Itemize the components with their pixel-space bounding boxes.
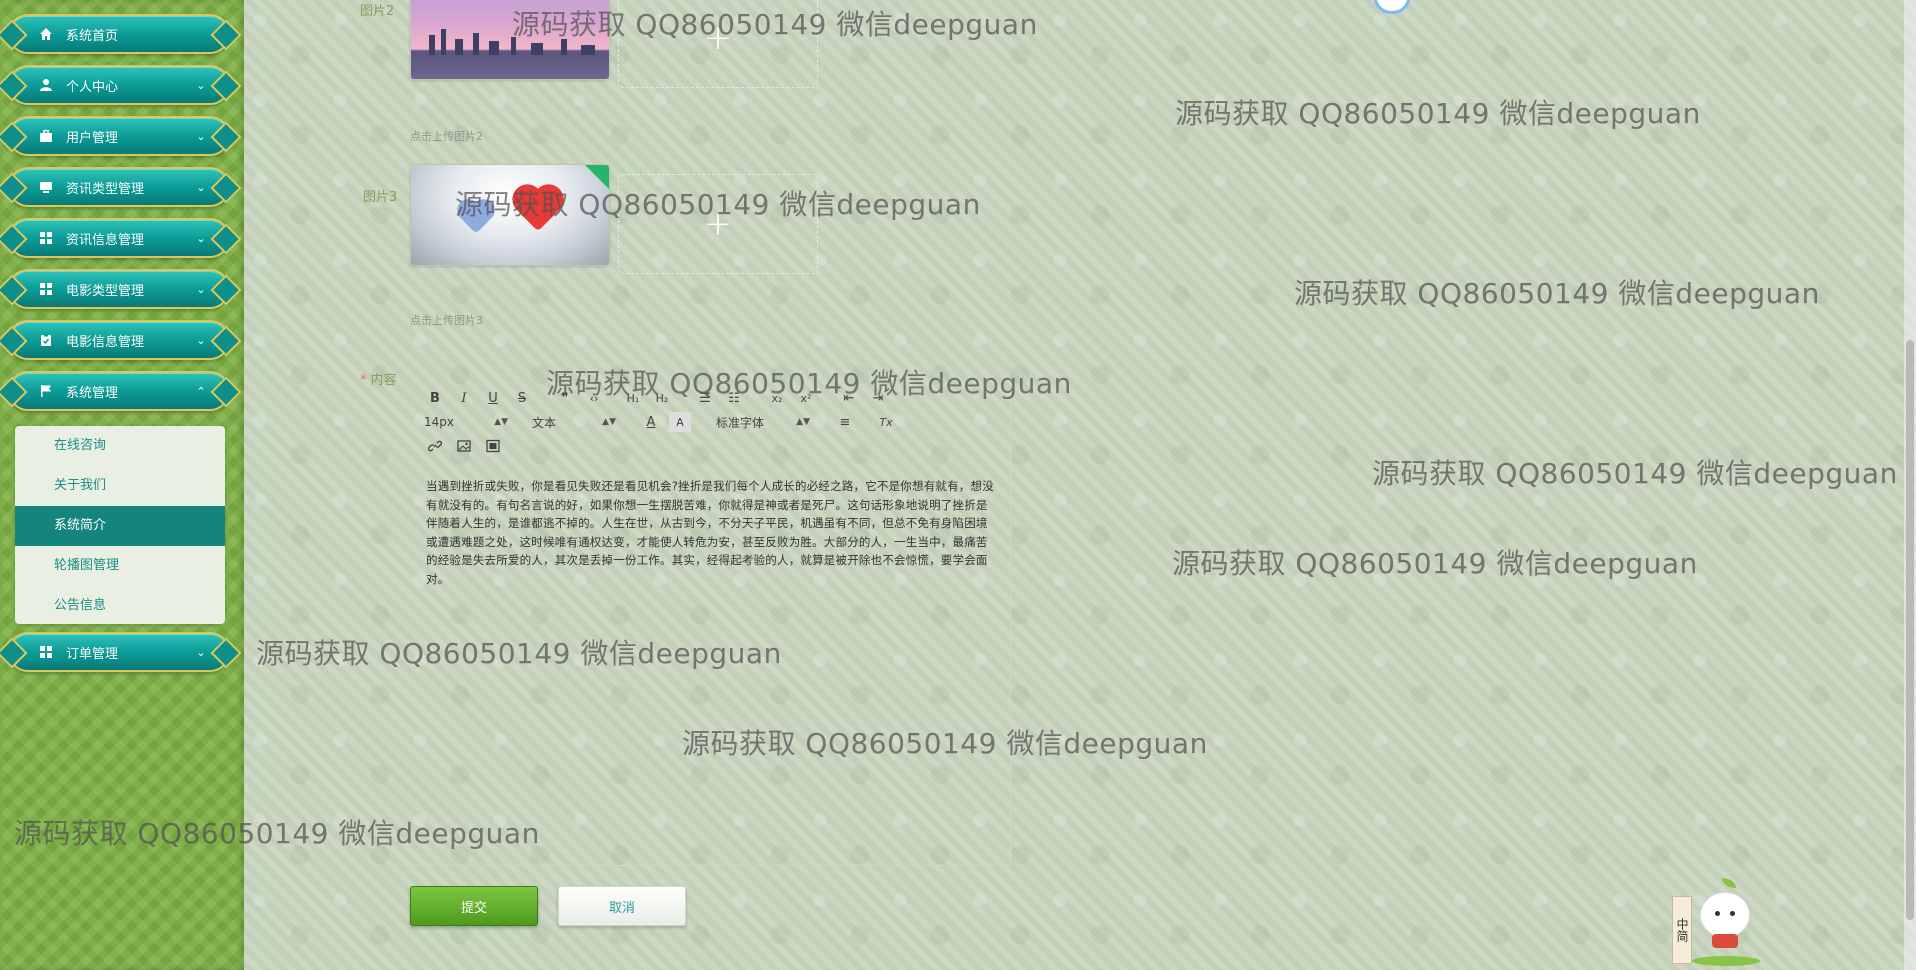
bold-button[interactable]: B: [424, 388, 446, 408]
video-button[interactable]: [482, 436, 504, 456]
watermark-text: 源码获取 QQ86050149 微信deepguan: [682, 727, 1208, 760]
menu-label: 用户管理: [66, 130, 119, 146]
grass-decoration: [1692, 956, 1760, 966]
select-arrow-icon: ▲▼: [602, 417, 616, 427]
text-color-button[interactable]: A: [640, 412, 662, 432]
grid-icon: [38, 281, 54, 297]
watermark-text: 源码获取 QQ86050149 微信deepguan: [1175, 97, 1701, 130]
watermark-text: 源码获取 QQ86050149 微信deepguan: [14, 817, 540, 850]
user-icon: [38, 77, 54, 93]
mascot-eye: [1730, 911, 1735, 916]
watermark-text: 源码获取 QQ86050149 微信deepguan: [256, 637, 782, 670]
chevron-down-icon: ⌄: [196, 180, 206, 194]
mascot-widget[interactable]: 中简: [1672, 876, 1760, 966]
select-arrow-icon: ▲▼: [796, 417, 810, 427]
font-size-value: 14px: [424, 415, 454, 429]
leaf-icon: [1722, 878, 1736, 888]
chevron-down-icon: ⌄: [196, 129, 206, 143]
font-size-select[interactable]: 14px ▲▼: [424, 415, 508, 429]
content-label: * 内容: [360, 369, 397, 388]
underline-button[interactable]: U: [482, 388, 504, 408]
editor-toolbar-row-3: [424, 436, 511, 456]
scrollbar-thumb[interactable]: [1906, 340, 1914, 920]
header-select[interactable]: 文本 ▲▼: [532, 414, 616, 431]
grid-icon: [38, 230, 54, 246]
menu-label: 个人中心: [66, 79, 119, 95]
system-submenu: 在线咨询 关于我们 系统简介 轮播图管理 公告信息: [15, 426, 225, 624]
page-scrollbar[interactable]: [1904, 0, 1916, 970]
submenu-item-notice[interactable]: 公告信息: [15, 586, 225, 626]
chevron-down-icon: ⌄: [196, 282, 206, 296]
menu-label: 电影信息管理: [66, 334, 145, 350]
watermark-text: 源码获取 QQ86050149 微信deepguan: [1372, 457, 1898, 490]
avatar[interactable]: [1374, 0, 1410, 14]
editor-toolbar-row-2: 14px ▲▼ 文本 ▲▼ A A 标准字体 ▲▼ ≡ Tx: [424, 412, 904, 432]
menu-label: 订单管理: [66, 646, 119, 662]
image3-upload-hint: 点击上传图片3: [410, 314, 483, 327]
font-family-value: 标准字体: [716, 415, 765, 430]
editor-content[interactable]: 当遇到挫折或失败，你是看见失败还是看见机会?挫折是我们每个人成长的必经之路，它不…: [426, 477, 996, 588]
image3-label: 图片3: [363, 190, 398, 205]
chevron-down-icon: ⌄: [196, 645, 206, 659]
watermark-text: 源码获取 QQ86050149 微信deepguan: [455, 188, 981, 221]
menu-item-movie-info[interactable]: 电影信息管理 ⌄: [8, 320, 230, 360]
watermark-text: 源码获取 QQ86050149 微信deepguan: [1172, 547, 1698, 580]
home-icon: [38, 26, 54, 42]
submit-button[interactable]: 提交: [410, 886, 538, 926]
menu-label: 系统管理: [66, 385, 119, 401]
menu-item-user-management[interactable]: 用户管理 ⌄: [8, 116, 230, 156]
background-color-button[interactable]: A: [669, 412, 691, 432]
flag-icon: [38, 383, 54, 399]
menu-item-movie-type[interactable]: 电影类型管理 ⌄: [8, 269, 230, 309]
header-value: 文本: [532, 415, 557, 430]
mascot-sign: 中简: [1672, 896, 1692, 964]
watermark-text: 源码获取 QQ86050149 微信deepguan: [1294, 277, 1820, 310]
font-family-select[interactable]: 标准字体 ▲▼: [716, 414, 810, 431]
menu-label: 系统首页: [66, 28, 119, 44]
menu-label: 资讯信息管理: [66, 232, 145, 248]
clipboard-icon: [38, 332, 54, 348]
menu-item-personal-center[interactable]: 个人中心 ⌄: [8, 65, 230, 105]
chevron-up-icon: ⌃: [196, 384, 206, 398]
menu-label: 电影类型管理: [66, 283, 145, 299]
watermark-text: 源码获取 QQ86050149 微信deepguan: [546, 367, 1072, 400]
link-icon: [428, 440, 442, 452]
strikethrough-button[interactable]: S: [511, 388, 533, 408]
briefcase-icon: [38, 128, 54, 144]
chevron-down-icon: ⌄: [196, 333, 206, 347]
submenu-item-about-us[interactable]: 关于我们: [15, 466, 225, 506]
mascot-scarf: [1712, 934, 1738, 948]
required-mark: *: [360, 373, 367, 388]
mascot-eye: [1715, 911, 1720, 916]
italic-button[interactable]: I: [453, 388, 475, 408]
image-icon: [457, 440, 471, 452]
watermark-text: 源码获取 QQ86050149 微信deepguan: [512, 8, 1038, 41]
select-arrow-icon: ▲▼: [494, 417, 508, 427]
menu-item-system-management[interactable]: 系统管理 ⌃: [8, 371, 230, 411]
image2-label: 图片2: [360, 4, 395, 19]
menu-item-home[interactable]: 系统首页: [8, 14, 230, 54]
menu-item-order-management[interactable]: 订单管理 ⌄: [8, 632, 230, 672]
menu-item-news-info[interactable]: 资讯信息管理 ⌄: [8, 218, 230, 258]
content-label-text: 内容: [370, 373, 397, 388]
grid-icon: [38, 644, 54, 660]
image2-upload-hint: 点击上传图片2: [410, 130, 483, 143]
chevron-down-icon: ⌄: [196, 231, 206, 245]
align-button[interactable]: ≡: [834, 412, 856, 432]
clear-format-button[interactable]: Tx: [875, 412, 897, 432]
image-button[interactable]: [453, 436, 475, 456]
submenu-item-carousel[interactable]: 轮播图管理: [15, 546, 225, 586]
mascot-body: [1700, 892, 1750, 938]
video-icon: [486, 439, 500, 453]
link-button[interactable]: [424, 436, 446, 456]
submenu-item-system-intro[interactable]: 系统简介: [15, 506, 225, 546]
cancel-button[interactable]: 取消: [558, 886, 686, 926]
menu-item-news-type[interactable]: 资讯类型管理 ⌄: [8, 167, 230, 207]
chevron-down-icon: ⌄: [196, 78, 206, 92]
menu-label: 资讯类型管理: [66, 181, 145, 197]
submenu-item-online-consult[interactable]: 在线咨询: [15, 426, 225, 466]
rich-text-editor: B I U S ❞ ‹› H₁ H₂ ☰ ☷ x₂ x² ⇤ ⇥ 14px ▲▼ …: [410, 377, 1011, 866]
monitor-icon: [38, 179, 54, 195]
